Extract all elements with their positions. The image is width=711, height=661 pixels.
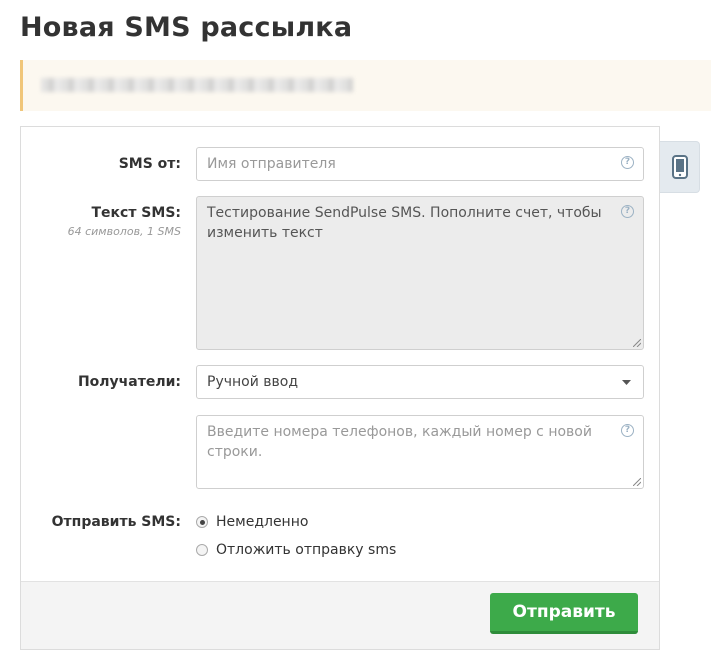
recipients-label: Получатели: [77,374,181,390]
phones-field[interactable]: ? [196,415,644,489]
question-circle-icon[interactable]: ? [621,205,634,218]
sender-label: SMS от: [118,156,181,172]
page-title: Новая SMS рассылка [20,12,353,43]
radio-send-later-label: Отложить отправку sms [216,542,397,558]
radio-send-later[interactable]: Отложить отправку sms [196,542,396,558]
sms-text-label: Текст SMS: [91,205,181,221]
phone-icon [671,155,688,179]
recipients-select-value: Ручной ввод [207,374,299,390]
resize-handle-icon[interactable] [633,478,641,486]
radio-send-now-label: Немедленно [216,514,309,530]
question-circle-icon[interactable]: ? [621,156,634,169]
phones-textarea[interactable] [207,422,615,462]
recipients-select[interactable]: Ручной ввод [196,365,644,399]
radio-button[interactable] [196,544,208,556]
sms-text-counter: 64 символов, 1 SMS [67,225,181,238]
radio-button-checked[interactable] [196,516,208,528]
blurred-notice-text [41,78,353,92]
sms-text-field: Тестирование SendPulse SMS. Пополните сч… [196,196,644,350]
send-button[interactable]: Отправить [490,593,638,634]
notice-banner [20,60,711,111]
radio-send-now[interactable]: Немедленно [196,514,308,530]
sender-field[interactable]: ? [196,147,644,181]
sms-text-value: Тестирование SendPulse SMS. Пополните сч… [207,205,602,241]
phone-preview-tab[interactable] [660,141,700,193]
send-time-label: Отправить SMS: [51,514,181,530]
sender-input[interactable] [207,156,607,172]
question-circle-icon[interactable]: ? [621,424,634,437]
caret-down-icon [622,380,631,385]
resize-handle-icon[interactable] [633,339,641,347]
